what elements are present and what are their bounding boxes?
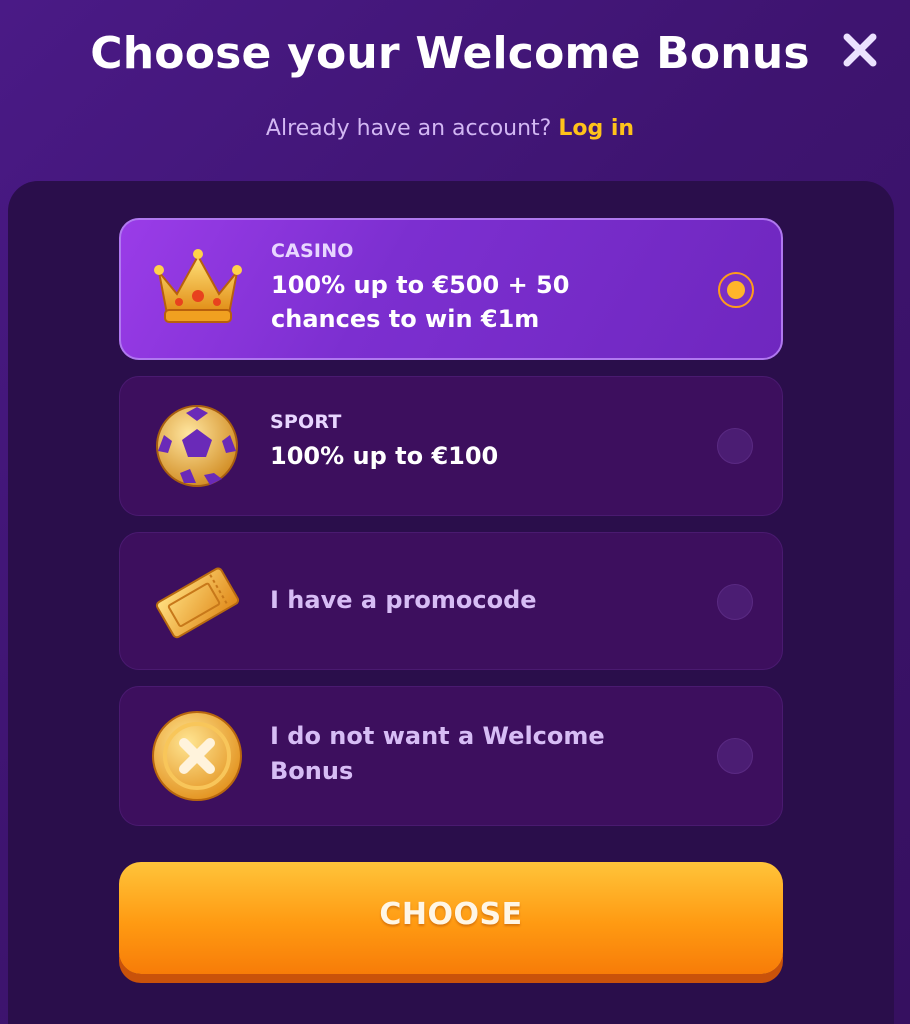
option-offer: 100% up to €100 <box>270 442 499 470</box>
option-text: SPORT 100% up to €100 <box>270 411 498 473</box>
option-category: CASINO <box>271 240 354 262</box>
option-text: CASINO 100% up to €500 + 50 chances to w… <box>271 240 569 336</box>
option-text: I have a promocode <box>270 583 537 618</box>
radio-unselected[interactable] <box>717 584 753 620</box>
option-text: I do not want a Welcome Bonus <box>270 719 605 789</box>
ticket-icon <box>155 567 240 639</box>
crown-icon <box>154 249 242 323</box>
radio-unselected[interactable] <box>717 428 753 464</box>
soccer-ball-icon <box>156 405 238 487</box>
option-offer: 100% up to €500 + 50 chances to win €1m <box>271 268 569 336</box>
option-category: SPORT <box>270 411 342 433</box>
close-icon[interactable] <box>838 28 882 72</box>
option-label: I do not want a Welcome Bonus <box>270 719 605 789</box>
bonus-option-sport[interactable]: SPORT 100% up to €100 <box>119 376 783 516</box>
option-label: I have a promocode <box>270 586 537 614</box>
bonus-option-casino[interactable]: CASINO 100% up to €500 + 50 chances to w… <box>119 218 783 360</box>
coin-cross-icon <box>152 711 242 801</box>
account-prompt: Already have an account? Log in <box>0 116 900 141</box>
radio-selected[interactable] <box>718 272 754 308</box>
page-title: Choose your Welcome Bonus <box>90 28 810 79</box>
option-offer-line: 100% up to €500 + 50 <box>271 271 570 299</box>
login-link[interactable]: Log in <box>558 116 634 141</box>
choose-button[interactable]: CHOOSE <box>119 862 783 974</box>
radio-unselected[interactable] <box>717 738 753 774</box>
option-label-line: I do not want a Welcome <box>270 722 605 750</box>
account-prompt-text: Already have an account? <box>265 116 559 141</box>
bonus-option-promocode[interactable]: I have a promocode <box>119 532 783 670</box>
option-label-line: Bonus <box>270 757 354 785</box>
option-offer-line: chances to win €1m <box>271 305 540 333</box>
bonus-option-no-bonus[interactable]: I do not want a Welcome Bonus <box>119 686 783 826</box>
